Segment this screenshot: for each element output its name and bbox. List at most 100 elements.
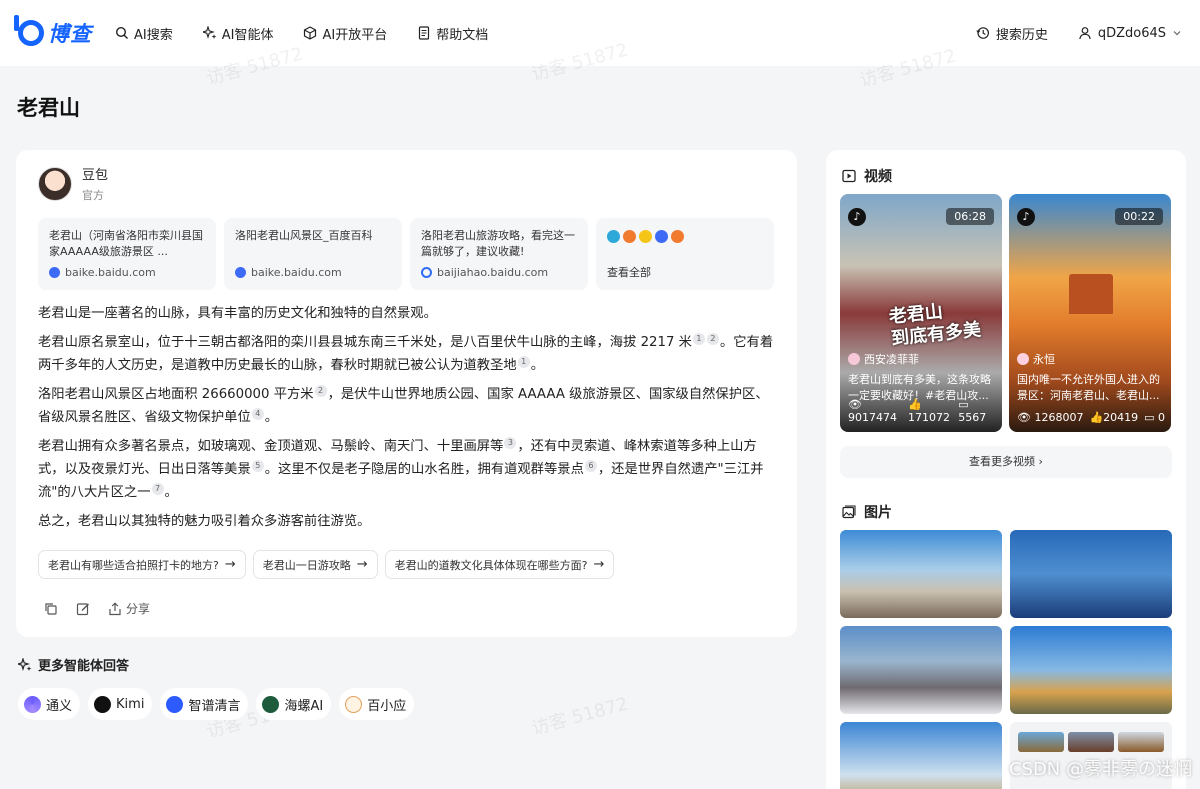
answer-body: 老君山是一座著名的山脉，具有丰富的历史文化和独特的自然景观。 老君山原名景室山，…	[38, 302, 778, 539]
baixiaoying-icon	[345, 695, 363, 713]
citation[interactable]: 7	[151, 482, 164, 495]
followup-chip[interactable]: 老君山的道教文化具体体现在哪些方面? →	[384, 550, 615, 579]
video-overlay-title: 老君山 到底有多美	[887, 301, 982, 350]
search-history-label: 搜索历史	[995, 27, 1048, 43]
agent-list: 通义 Kimi 智谱清言 海螺AI 百小应	[18, 688, 415, 720]
image-thumbnail	[1018, 732, 1064, 752]
citation[interactable]: 1	[517, 355, 530, 368]
nav-open-platform[interactable]: AI开放平台	[303, 24, 387, 43]
author-role: 官方	[82, 189, 104, 202]
arrow-right-icon: →	[356, 557, 368, 572]
image-thumbnail[interactable]	[840, 722, 1002, 789]
source-card[interactable]: 洛阳老君山旅游攻略，看完这一篇就够了，建议收藏! baijiahao.baidu…	[410, 218, 588, 290]
like-count: 👍20419	[1089, 411, 1139, 424]
document-icon	[417, 26, 431, 40]
video-duration: 06:28	[946, 208, 994, 225]
nav-ai-search[interactable]: AI搜索	[115, 24, 173, 43]
logo[interactable]: 博查	[14, 15, 92, 48]
followup-chip[interactable]: 老君山一日游攻略 →	[252, 550, 378, 579]
answer-paragraph: 老君山是一座著名的山脉，具有丰富的历史文化和独特的自然景观。	[38, 306, 437, 321]
arrow-right-icon: →	[593, 557, 605, 572]
user-menu[interactable]: qDZdo64S	[1078, 26, 1182, 41]
image-thumbnail[interactable]	[840, 530, 1002, 618]
source-icon-group	[607, 230, 763, 243]
answer-author: 豆包 官方	[38, 164, 108, 203]
site-icon	[671, 230, 684, 243]
media-panel: 视频 ♪ 06:28 老君山 到底有多美 西安凌菲菲 老君山到底有多美，这条攻略…	[826, 150, 1186, 789]
site-icon	[607, 230, 620, 243]
more-agents-title: 更多智能体回答	[18, 655, 129, 674]
source-title: 洛阳老君山风景区_百度百科	[235, 229, 373, 242]
citation[interactable]: 4	[251, 407, 264, 420]
video-card[interactable]: ♪ 06:28 老君山 到底有多美 西安凌菲菲 老君山到底有多美，这条攻略一定要…	[840, 194, 1002, 432]
view-count: 👁 9017474	[848, 398, 897, 424]
agent-zhipu[interactable]: 智谱清言	[160, 688, 249, 720]
baidu-paw-icon	[235, 267, 246, 278]
agent-baixiaoying[interactable]: 百小应	[339, 688, 415, 720]
baijiahao-icon	[421, 267, 432, 278]
copy-button[interactable]	[44, 602, 58, 616]
header-actions: 搜索历史 qDZdo64S	[976, 0, 1182, 66]
edit-button[interactable]	[76, 602, 90, 616]
source-card[interactable]: 老君山（河南省洛阳市栾川县国家AAAAA级旅游景区 ... baike.baid…	[38, 218, 216, 290]
citation[interactable]: 3	[504, 436, 517, 449]
answer-paragraph: 总之，老君山以其独特的魅力吸引着众多游客前往游览。	[38, 514, 371, 529]
image-thumbnail[interactable]	[840, 626, 1002, 714]
hailuo-icon	[262, 695, 280, 713]
sparkle-icon	[18, 657, 32, 672]
answer-actions: 分享	[44, 600, 150, 617]
nav-help-docs[interactable]: 帮助文档	[417, 24, 488, 43]
nav-ai-agent[interactable]: AI智能体	[202, 24, 273, 43]
share-button[interactable]: 分享	[108, 600, 150, 617]
cube-icon	[303, 26, 317, 40]
watermark: 访客 51872	[529, 693, 631, 740]
logo-icon	[14, 15, 44, 46]
view-all-label: 查看全部	[607, 266, 651, 279]
avatar	[1017, 353, 1029, 365]
image-icon	[842, 505, 856, 519]
search-history-button[interactable]: 搜索历史	[976, 24, 1048, 43]
video-stats: 👁 1268007 👍20419 ▭ 0	[1017, 411, 1165, 424]
citation[interactable]: 1	[692, 332, 705, 345]
citation[interactable]: 2	[706, 332, 719, 345]
citation[interactable]: 6	[584, 459, 597, 472]
avatar	[848, 353, 860, 365]
chevron-down-icon	[1172, 28, 1182, 38]
citation[interactable]: 5	[251, 459, 264, 472]
zhipu-icon	[166, 695, 184, 713]
author-name: 豆包	[82, 168, 109, 183]
source-card[interactable]: 洛阳老君山风景区_百度百科 baike.baidu.com	[224, 218, 402, 290]
answer-card: 豆包 官方 老君山（河南省洛阳市栾川县国家AAAAA级旅游景区 ... baik…	[16, 150, 797, 637]
followup-chip[interactable]: 老君山有哪些适合拍照打卡的地方? →	[38, 550, 246, 579]
followup-questions: 老君山有哪些适合拍照打卡的地方? → 老君山一日游攻略 → 老君山的道教文化具体体现…	[38, 550, 615, 579]
agent-kimi[interactable]: Kimi	[88, 688, 153, 720]
logo-text: 博查	[48, 22, 92, 46]
nav-label: AI搜索	[134, 27, 173, 43]
agent-hailuo[interactable]: 海螺AI	[256, 688, 332, 720]
source-domain: baike.baidu.com	[235, 266, 342, 279]
video-section-title: 视频	[842, 166, 892, 186]
image-thumbnail	[1118, 732, 1164, 752]
image-thumbnail	[1068, 732, 1114, 752]
agent-tongyi[interactable]: 通义	[18, 688, 81, 720]
site-icon	[623, 230, 636, 243]
thumbnail-strip	[1018, 732, 1164, 752]
video-duration: 00:22	[1115, 208, 1163, 225]
kimi-icon	[94, 695, 112, 713]
video-card[interactable]: ♪ 00:22 永恒 国内唯一不允许外国人进入的景区：河南老君山、老君山... …	[1009, 194, 1171, 432]
image-thumbnail[interactable]	[1010, 626, 1172, 714]
csdn-watermark: CSDN @雾非雾の迷惘	[1008, 759, 1192, 780]
source-cards: 老君山（河南省洛阳市栾川县国家AAAAA级旅游景区 ... baike.baid…	[38, 218, 774, 290]
nav-label: 帮助文档	[436, 27, 489, 43]
history-icon	[976, 26, 990, 40]
image-thumbnail[interactable]	[1010, 530, 1172, 618]
copy-icon	[44, 602, 58, 616]
comment-count: ▭ 5567	[958, 398, 987, 424]
more-videos-button[interactable]: 查看更多视频 ›	[840, 446, 1172, 478]
source-title: 洛阳老君山旅游攻略，看完这一篇就够了，建议收藏!	[421, 229, 575, 258]
view-all-sources[interactable]: 查看全部	[596, 218, 774, 290]
citation[interactable]: 2	[314, 384, 327, 397]
douyin-icon: ♪	[848, 208, 866, 226]
tongyi-icon	[24, 695, 41, 713]
pagoda-shape	[1069, 274, 1113, 314]
